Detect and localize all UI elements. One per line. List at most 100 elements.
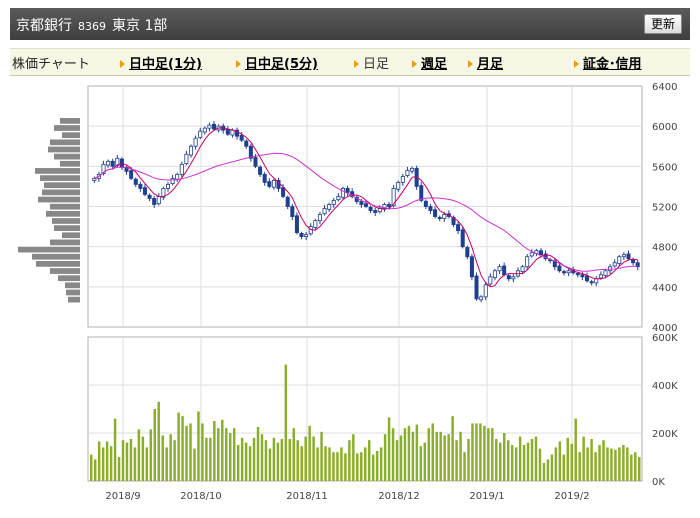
volume-bar xyxy=(236,445,240,481)
volume-bar xyxy=(336,452,339,481)
volume-bar xyxy=(308,425,311,481)
candle xyxy=(368,206,373,211)
volume-bar xyxy=(121,440,125,481)
volume-bar xyxy=(375,451,379,481)
candle xyxy=(142,187,147,195)
volume-bar xyxy=(276,442,280,481)
candle xyxy=(207,124,212,129)
date-tick-label: 2018/9 xyxy=(105,491,140,502)
volume-bar xyxy=(129,439,133,481)
volume-bar xyxy=(578,452,581,481)
candle xyxy=(621,254,626,258)
candle xyxy=(419,185,424,201)
candle xyxy=(212,123,217,130)
volume-bar xyxy=(193,448,196,481)
price-tick-label: 4800 xyxy=(652,243,677,254)
volume-bar xyxy=(272,437,276,481)
candle xyxy=(442,214,447,219)
candle xyxy=(285,196,290,207)
volume-bar xyxy=(510,445,514,481)
candle xyxy=(598,274,603,279)
volume-bar xyxy=(109,446,113,481)
volume-bar xyxy=(415,424,419,481)
volume-profile-bar xyxy=(60,118,80,124)
volume-profile-bar xyxy=(54,225,80,231)
volume-bar xyxy=(558,441,562,481)
candle xyxy=(327,204,332,210)
candle xyxy=(281,187,286,197)
volume-bar xyxy=(395,440,399,481)
volume-bar xyxy=(419,446,423,481)
volume-profile-bar xyxy=(32,253,80,260)
volume-bar xyxy=(225,428,228,481)
volume-bar xyxy=(463,452,466,481)
volume-bar xyxy=(367,440,371,481)
volume-bar xyxy=(260,434,264,481)
price-tick-label: 5600 xyxy=(652,162,677,173)
volume-bar xyxy=(590,439,593,481)
candle xyxy=(313,220,318,228)
volume-bar xyxy=(439,431,442,481)
volume-profile-bar xyxy=(42,189,80,196)
volume-profile-bar xyxy=(46,210,80,217)
volume-bar xyxy=(240,437,244,481)
candle xyxy=(557,265,562,272)
candle xyxy=(456,224,461,231)
date-tick-label: 2018/11 xyxy=(286,491,328,502)
date-tick-label: 2019/2 xyxy=(554,491,589,502)
candle xyxy=(129,170,134,179)
candle xyxy=(322,208,327,215)
candle xyxy=(603,270,608,276)
candle xyxy=(230,129,235,136)
candle xyxy=(589,281,594,284)
candle xyxy=(562,271,567,274)
candle xyxy=(336,196,341,201)
candle xyxy=(465,247,470,258)
candle xyxy=(525,256,530,268)
volume-bar xyxy=(137,429,141,481)
candle xyxy=(363,203,369,207)
volume-tick-label: 0K xyxy=(652,477,665,488)
candle xyxy=(193,137,198,147)
volume-tick-label: 400K xyxy=(652,381,678,392)
volume-bar xyxy=(526,442,530,481)
volume-bar xyxy=(113,418,117,481)
volume-bar xyxy=(542,463,546,481)
volume-bar xyxy=(602,440,605,481)
candle xyxy=(308,226,313,235)
candle xyxy=(433,209,438,217)
candle xyxy=(631,259,636,264)
candle xyxy=(202,127,207,133)
candle xyxy=(165,184,170,189)
candle xyxy=(253,157,258,167)
volume-bar xyxy=(177,412,180,481)
volume-bar xyxy=(383,434,387,481)
volume-profile-bar xyxy=(62,132,80,139)
volume-bar xyxy=(228,433,232,481)
volume-bar xyxy=(554,447,558,481)
date-tick-label: 2018/12 xyxy=(378,491,420,502)
volume-bar xyxy=(288,439,292,481)
volume-bar xyxy=(495,439,498,481)
volume-bar xyxy=(284,364,288,481)
volume-bar xyxy=(586,447,589,481)
candle xyxy=(133,178,138,185)
volume-bar xyxy=(364,447,367,481)
candle xyxy=(188,145,194,156)
volume-profile-bar xyxy=(18,246,80,253)
candle xyxy=(110,160,115,167)
volume-bar xyxy=(197,411,200,481)
candle xyxy=(437,216,442,219)
volume-profile-bar xyxy=(54,153,80,160)
volume-bar xyxy=(157,401,160,481)
volume-bar xyxy=(630,454,633,481)
volume-bar xyxy=(141,436,145,481)
candle xyxy=(271,179,276,188)
volume-bar xyxy=(252,437,256,481)
volume-bar xyxy=(546,459,550,481)
date-tick-label: 2019/1 xyxy=(469,491,504,502)
volume-bar xyxy=(514,447,518,481)
volume-bar xyxy=(248,446,252,481)
candle xyxy=(423,200,428,207)
candle xyxy=(506,275,511,280)
